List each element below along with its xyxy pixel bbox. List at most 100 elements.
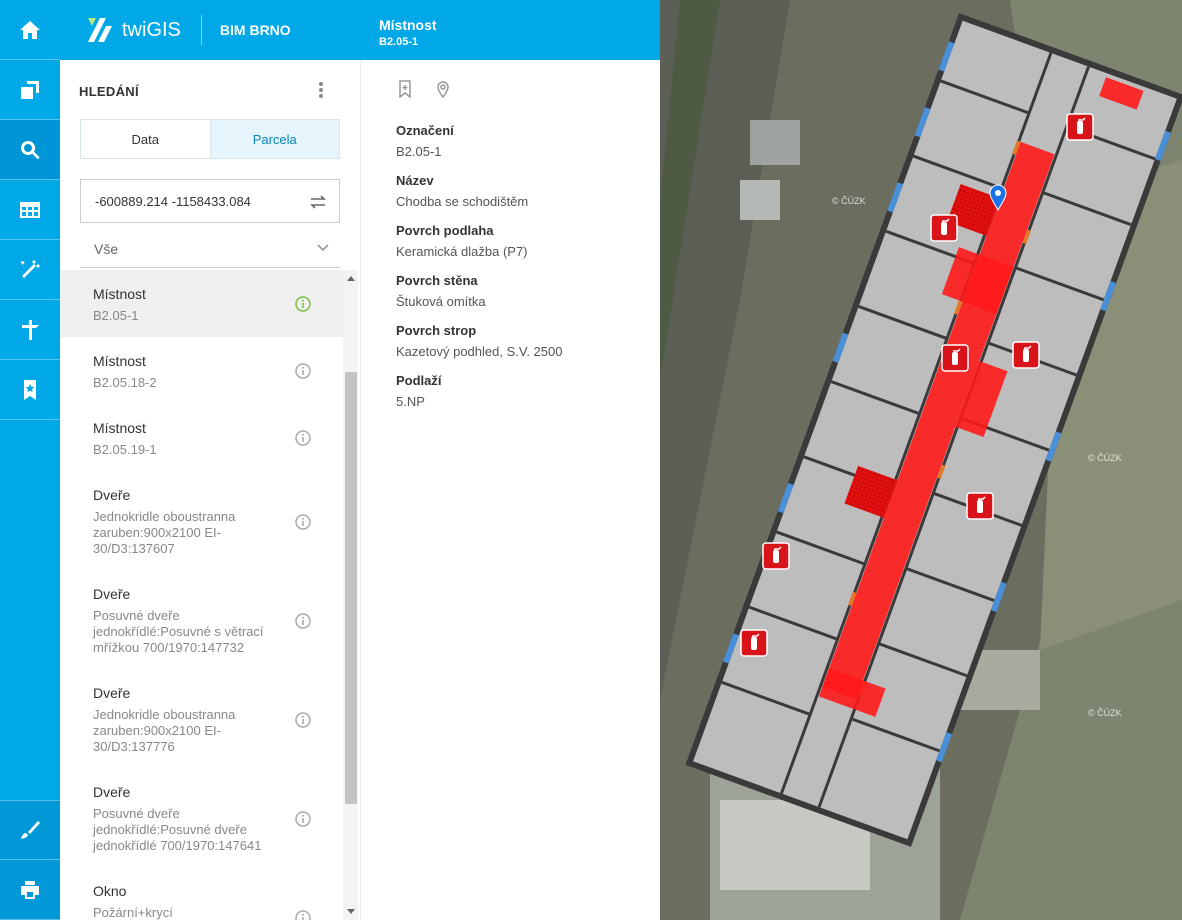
coordinate-search-field [80, 179, 340, 223]
coordinate-input[interactable] [81, 193, 291, 209]
attr-value: B2.05-1 [396, 144, 442, 159]
layers-button[interactable] [0, 60, 60, 120]
swap-icon[interactable] [309, 193, 327, 211]
erase-button[interactable] [0, 800, 60, 860]
tools-icon [22, 319, 39, 340]
panel-header: HLEDÁNÍ [60, 60, 360, 120]
map-view[interactable]: © ČÚZK © ČÚZK © ČÚZK [660, 0, 1182, 920]
result-type: Místnost [93, 420, 146, 436]
attr-label: Povrch podlaha [396, 223, 494, 238]
table-button[interactable] [0, 180, 60, 240]
attr-label: Povrch stěna [396, 273, 478, 288]
logo: twiGIS [84, 0, 181, 60]
bookmark-icon [24, 379, 36, 400]
fire-extinguisher-icon[interactable] [941, 344, 969, 372]
result-type: Dveře [93, 685, 131, 701]
logo-text: twiGIS [122, 18, 181, 41]
tools-button[interactable] [0, 300, 60, 360]
scroll-up-arrow-icon[interactable] [347, 276, 355, 281]
print-icon [21, 880, 39, 899]
list-item[interactable]: Místnost B2.05-1 [60, 270, 343, 337]
attr-label: Název [396, 173, 434, 188]
location-pin-icon[interactable] [435, 80, 451, 98]
info-icon[interactable] [295, 430, 311, 446]
list-item[interactable]: Místnost B2.05.18-2 [60, 337, 343, 404]
measure-button[interactable] [0, 240, 60, 300]
tab-data[interactable]: Data [81, 120, 210, 158]
attr-value: Chodba se schodištěm [396, 194, 529, 209]
search-button[interactable] [0, 120, 60, 180]
info-icon[interactable] [295, 811, 311, 827]
fire-extinguisher-icon[interactable] [966, 492, 994, 520]
search-tabs: Data Parcela [80, 119, 340, 159]
tab-parcela[interactable]: Parcela [209, 120, 339, 158]
attr-label: Označení [396, 123, 454, 138]
panel-title: HLEDÁNÍ [79, 84, 139, 99]
fire-extinguisher-icon[interactable] [930, 214, 958, 242]
attr-value: Štuková omítka [396, 294, 486, 309]
parked-car [750, 120, 800, 165]
divider [200, 15, 202, 45]
top-bar: twiGIS BIM BRNO [60, 0, 360, 60]
fire-extinguisher-icon[interactable] [1012, 341, 1040, 369]
attr-label: Podlaží [396, 373, 442, 388]
watermark: © ČÚZK [832, 196, 866, 206]
scrollbar-thumb[interactable] [345, 372, 357, 804]
result-name: Jednokridle oboustranna zaruben:900x2100… [93, 707, 236, 754]
bookmark-button[interactable] [0, 360, 60, 420]
list-item[interactable]: Dveře Jednokridle oboustranna zaruben:90… [60, 669, 343, 768]
info-icon[interactable] [295, 514, 311, 530]
eraser-icon [21, 821, 40, 839]
bookmark-add-icon[interactable] [397, 80, 413, 98]
info-icon[interactable] [295, 910, 311, 920]
result-name: B2.05.18-2 [93, 375, 157, 390]
result-type: Dveře [93, 586, 131, 602]
attr-value: Kazetový podhled, S.V. 2500 [396, 344, 563, 359]
attr-value: 5.NP [396, 394, 425, 409]
parked-car [740, 180, 780, 220]
info-icon[interactable] [295, 712, 311, 728]
result-type: Okno [93, 883, 127, 899]
result-name: Posuvné dveře jednokřídlé:Posuvné dveře … [93, 806, 262, 853]
search-panel: HLEDÁNÍ Data Parcela Vše Místnost B2.05-… [60, 60, 360, 920]
fire-extinguisher-icon[interactable] [1066, 113, 1094, 141]
list-item[interactable]: Dveře Posuvné dveře jednokřídlé:Posuvné … [60, 570, 343, 669]
marker-center [995, 190, 1001, 196]
scroll-down-arrow-icon[interactable] [347, 909, 355, 914]
results-scrollbar[interactable] [343, 270, 358, 920]
measure-icon [21, 259, 40, 278]
chevron-down-icon [317, 244, 329, 252]
results-list: Místnost B2.05-1 Místnost B2.05.18-2 Mís… [60, 270, 360, 920]
result-name: Jednokridle oboustranna zaruben:900x2100… [93, 509, 236, 556]
home-button[interactable] [0, 0, 60, 60]
fire-extinguisher-icon[interactable] [740, 629, 768, 657]
detail-subtitle: B2.05-1 [379, 36, 419, 48]
fire-extinguisher-icon[interactable] [762, 542, 790, 570]
project-name[interactable]: BIM BRNO [220, 22, 291, 38]
info-icon[interactable] [295, 613, 311, 629]
result-type: Dveře [93, 487, 131, 503]
list-item[interactable]: Okno Požární+krycí [60, 867, 343, 920]
side-rail [0, 0, 60, 920]
list-item[interactable]: Dveře Posuvné dveře jednokřídlé:Posuvné … [60, 768, 343, 867]
list-item[interactable]: Místnost B2.05.19-1 [60, 404, 343, 471]
result-type: Dveře [93, 784, 131, 800]
attr-label: Povrch strop [396, 323, 477, 338]
layers-icon [21, 80, 39, 99]
table-icon [20, 201, 40, 218]
info-icon[interactable] [295, 296, 311, 312]
result-name: Posuvné dveře jednokřídlé:Posuvné s větr… [93, 608, 264, 655]
result-name: B2.05-1 [93, 308, 139, 323]
search-icon [21, 140, 40, 159]
detail-panel: Označení B2.05-1 Název Chodba se schodiš… [360, 60, 660, 920]
result-name: B2.05.19-1 [93, 442, 157, 457]
result-type: Místnost [93, 353, 146, 369]
info-icon[interactable] [295, 363, 311, 379]
filter-select[interactable]: Vše [80, 230, 340, 268]
print-button[interactable] [0, 860, 60, 920]
more-options-icon[interactable] [314, 80, 328, 100]
list-item[interactable]: Dveře Jednokridle oboustranna zaruben:90… [60, 471, 343, 570]
home-icon [20, 20, 40, 39]
watermark: © ČÚZK [1088, 453, 1122, 463]
attr-value: Keramická dlažba (P7) [396, 244, 528, 259]
